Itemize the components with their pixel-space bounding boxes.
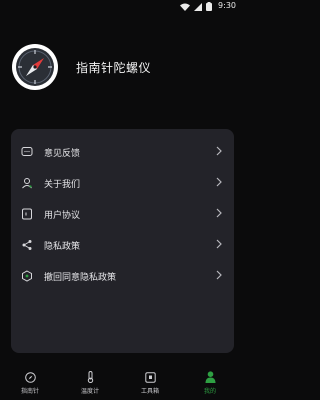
user-icon xyxy=(20,176,34,190)
menu-item-label: 意见反馈 xyxy=(44,148,81,159)
menu-item-label: 用户协议 xyxy=(44,210,81,221)
chevron-right-icon xyxy=(216,239,222,249)
tab-label: 温度计 xyxy=(80,388,99,395)
compass-icon xyxy=(24,371,36,383)
profile-header: 指南针陀螺仪 xyxy=(12,44,151,90)
bottom-tab-bar: 指南针 温度计 工具箱 我的 xyxy=(0,368,240,400)
chevron-right-icon xyxy=(216,270,222,280)
status-icons xyxy=(180,2,212,11)
menu-item-withdraw-privacy-consent[interactable]: 撤回同意隐私政策 xyxy=(11,257,234,295)
tab-compass[interactable]: 指南针 xyxy=(0,368,60,400)
wifi-icon xyxy=(180,3,190,11)
tab-label: 我的 xyxy=(203,388,216,395)
tab-label: 工具箱 xyxy=(140,388,159,395)
status-time: 9:30 xyxy=(218,1,236,10)
status-bar: 9:30 xyxy=(0,0,240,14)
tab-label: 指南针 xyxy=(20,388,39,395)
compass-icon xyxy=(16,48,54,86)
menu-item-label: 隐私政策 xyxy=(44,241,81,252)
shield-icon xyxy=(20,269,34,283)
thermometer-icon xyxy=(84,371,96,383)
menu-item-label: 关于我们 xyxy=(44,179,81,190)
share-icon xyxy=(20,238,34,252)
menu-item-label: 撤回同意隐私政策 xyxy=(44,272,117,283)
app-logo xyxy=(12,44,58,90)
chevron-right-icon xyxy=(216,146,222,156)
chevron-right-icon xyxy=(216,177,222,187)
signal-icon xyxy=(194,2,202,11)
chevron-right-icon xyxy=(216,208,222,218)
menu-card: 意见反馈 关于我们 用户协议 隐私政策 撤回同意隐私政策 xyxy=(11,129,234,353)
app-title: 指南针陀螺仪 xyxy=(76,60,152,75)
tab-profile[interactable]: 我的 xyxy=(180,368,240,400)
battery-icon xyxy=(206,2,212,11)
profile-icon xyxy=(204,371,216,383)
tab-thermometer[interactable]: 温度计 xyxy=(60,368,120,400)
toolbox-icon xyxy=(144,371,156,383)
tab-toolbox[interactable]: 工具箱 xyxy=(120,368,180,400)
chat-icon xyxy=(20,145,34,159)
document-icon xyxy=(20,207,34,221)
